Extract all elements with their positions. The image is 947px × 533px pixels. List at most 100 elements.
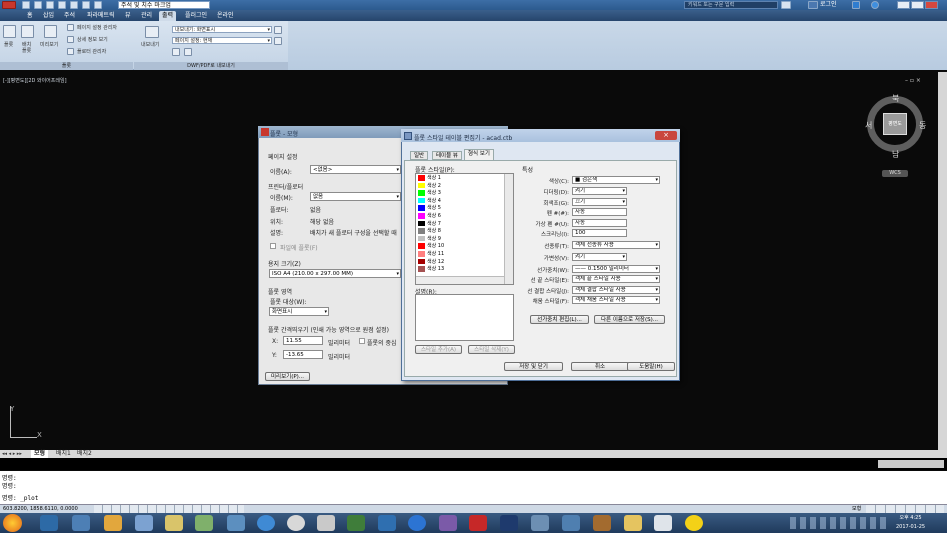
preview-icon[interactable] (44, 25, 57, 38)
taskbar-photoshop-icon[interactable] (500, 515, 518, 531)
property-value[interactable]: 끄기 (572, 198, 627, 206)
taskbar-chrome-icon[interactable] (287, 515, 305, 531)
tab-model[interactable]: 모형 (31, 450, 49, 458)
taskbar-app-icon[interactable] (562, 515, 580, 531)
property-value[interactable]: 객체 끝 스타일 사용 (572, 275, 660, 283)
preview-small-icon[interactable] (172, 48, 180, 56)
taskbar-app-icon[interactable] (531, 515, 549, 531)
property-value[interactable]: 객체 선종류 사용 (572, 241, 660, 249)
what-to-plot-select[interactable]: 화면표시 (269, 307, 329, 316)
add-style-button[interactable]: 스타일 추가(A) (415, 345, 462, 354)
viewport-window-controls[interactable]: – ▫ × (905, 77, 921, 84)
tab-output[interactable]: 출력 (159, 11, 177, 21)
help-icon[interactable] (871, 1, 879, 9)
app-menu-button[interactable] (2, 1, 16, 9)
save-as-button[interactable]: 다른 이름으로 저장(S)... (594, 315, 665, 324)
property-value[interactable]: 객체 채움 스타일 사용 (572, 296, 660, 304)
tab-plugins[interactable]: 플러그인 (182, 11, 210, 21)
taskbar-folder-icon[interactable] (624, 515, 642, 531)
redo-icon[interactable] (94, 1, 102, 9)
taskbar-app-icon[interactable] (165, 515, 183, 531)
status-tray-icons[interactable] (866, 505, 944, 513)
batch-plot-icon[interactable] (21, 25, 34, 38)
preview-button[interactable]: 미리보기(P)... (265, 372, 310, 381)
taskbar-app-icon[interactable] (439, 515, 457, 531)
exchange-icon[interactable] (852, 1, 860, 9)
plot-button-label[interactable]: 플롯 (4, 42, 13, 48)
compass-west[interactable]: 서 (865, 120, 872, 131)
taskbar-app-icon[interactable] (654, 515, 672, 531)
view-details-link[interactable]: 상세 정보 보기 (77, 37, 108, 43)
property-value[interactable]: —— 0.1500 밀리미터 (572, 265, 660, 273)
plotter-manager-link[interactable]: 플로터 관리자 (77, 49, 106, 55)
property-value[interactable]: 자동 (572, 219, 627, 227)
paper-size-select[interactable]: ISO A4 (210.00 x 297.00 MM) (269, 269, 401, 278)
plot-style-item[interactable]: 색상 3 (418, 190, 441, 197)
compass-south[interactable]: 남 (892, 149, 899, 160)
tab-view[interactable]: 뷰 (122, 11, 134, 21)
command-input-line[interactable]: 명령: _plot (2, 493, 38, 502)
taskbar-app-icon[interactable] (317, 515, 335, 531)
taskbar-autocad-icon[interactable] (469, 515, 487, 531)
search-icon[interactable] (781, 1, 791, 9)
annotation-scale-tools[interactable] (878, 460, 944, 468)
taskbar-ie-icon[interactable] (257, 515, 275, 531)
taskbar-explorer-icon[interactable] (40, 515, 58, 531)
plot-style-item[interactable]: 색상 2 (418, 182, 441, 190)
start-button[interactable] (3, 514, 22, 532)
vertical-scrollbar[interactable] (938, 72, 947, 457)
wcs-menu[interactable]: WCS (882, 170, 908, 177)
plot-style-item[interactable]: 색상 4 (418, 197, 441, 205)
system-tray-icons[interactable] (790, 517, 890, 529)
page-setup-select[interactable]: 페이지 설정: 현재 (172, 37, 272, 44)
close-button[interactable] (925, 1, 938, 9)
tab-layout2[interactable]: 배치2 (74, 450, 95, 458)
taskbar-app-icon[interactable] (593, 515, 611, 531)
plot-icon[interactable] (3, 25, 16, 38)
center-plot-checkbox[interactable] (359, 338, 365, 344)
save-icon[interactable] (46, 1, 54, 9)
taskbar-app-icon[interactable] (72, 515, 90, 531)
plotter-manager-icon[interactable] (67, 48, 74, 55)
coordinate-readout[interactable]: 603.8200, 1858.6110, 0.0000 (3, 505, 78, 513)
plot-style-item[interactable]: 색상 7 (418, 220, 441, 228)
layout-nav-arrows[interactable]: ◂◂ ◂ ▸ ▸▸ (2, 450, 22, 458)
plot-icon[interactable] (70, 1, 78, 9)
property-value[interactable]: 객체 결합 스타일 사용 (572, 286, 660, 294)
edit-lineweights-button[interactable]: 선가중치 편집(L)... (530, 315, 589, 324)
plot-style-item[interactable]: 색상 13 (418, 266, 444, 273)
tab-parametric[interactable]: 파라메트릭 (84, 11, 118, 21)
tab-table-view[interactable]: 테이블 뷰 (432, 151, 462, 160)
property-value[interactable]: 켜기 (572, 187, 627, 195)
taskbar-app-icon[interactable] (378, 515, 396, 531)
plot-style-item[interactable]: 색상 6 (418, 213, 441, 220)
delete-style-button[interactable]: 스타일 삭제(Y) (468, 345, 515, 354)
search-input[interactable]: 키워드 또는 구문 입력 (684, 1, 778, 9)
undo-icon[interactable] (82, 1, 90, 9)
compass-east[interactable]: 동 (919, 120, 926, 131)
help-button[interactable]: 도움말(H) (627, 362, 675, 371)
compass-north[interactable]: 북 (892, 93, 899, 104)
property-value[interactable]: 자동 (572, 208, 627, 216)
tab-insert[interactable]: 삽입 (40, 11, 57, 21)
plot-style-item[interactable]: 색상 9 (418, 235, 441, 243)
tab-annotate[interactable]: 주석 (61, 11, 78, 21)
restore-button[interactable] (911, 1, 924, 9)
export-options-icon[interactable] (274, 26, 282, 34)
tab-general[interactable]: 일반 (410, 151, 429, 160)
save-as-icon[interactable] (58, 1, 66, 9)
preview-label[interactable]: 미리보기 (40, 42, 58, 48)
drafting-toggles[interactable] (94, 505, 244, 513)
taskbar-app-icon[interactable] (195, 515, 213, 531)
plot-style-item[interactable]: 색상 11 (418, 251, 444, 258)
tab-home[interactable]: 홈 (24, 11, 36, 21)
taskbar-kakaotalk-icon[interactable] (685, 515, 703, 531)
plot-style-item[interactable]: 색상 8 (418, 228, 441, 235)
editor-close-button[interactable]: × (655, 131, 677, 140)
viewport-controls-label[interactable]: [-][평면도][2D 와이어프레임] (3, 77, 67, 84)
tab-online[interactable]: 온라인 (214, 11, 237, 21)
tab-layout1[interactable]: 배치1 (53, 450, 74, 458)
viewcube-face[interactable]: 평면도 (883, 113, 907, 135)
taskbar-app-icon[interactable] (408, 515, 426, 531)
new-icon[interactable] (22, 1, 30, 9)
